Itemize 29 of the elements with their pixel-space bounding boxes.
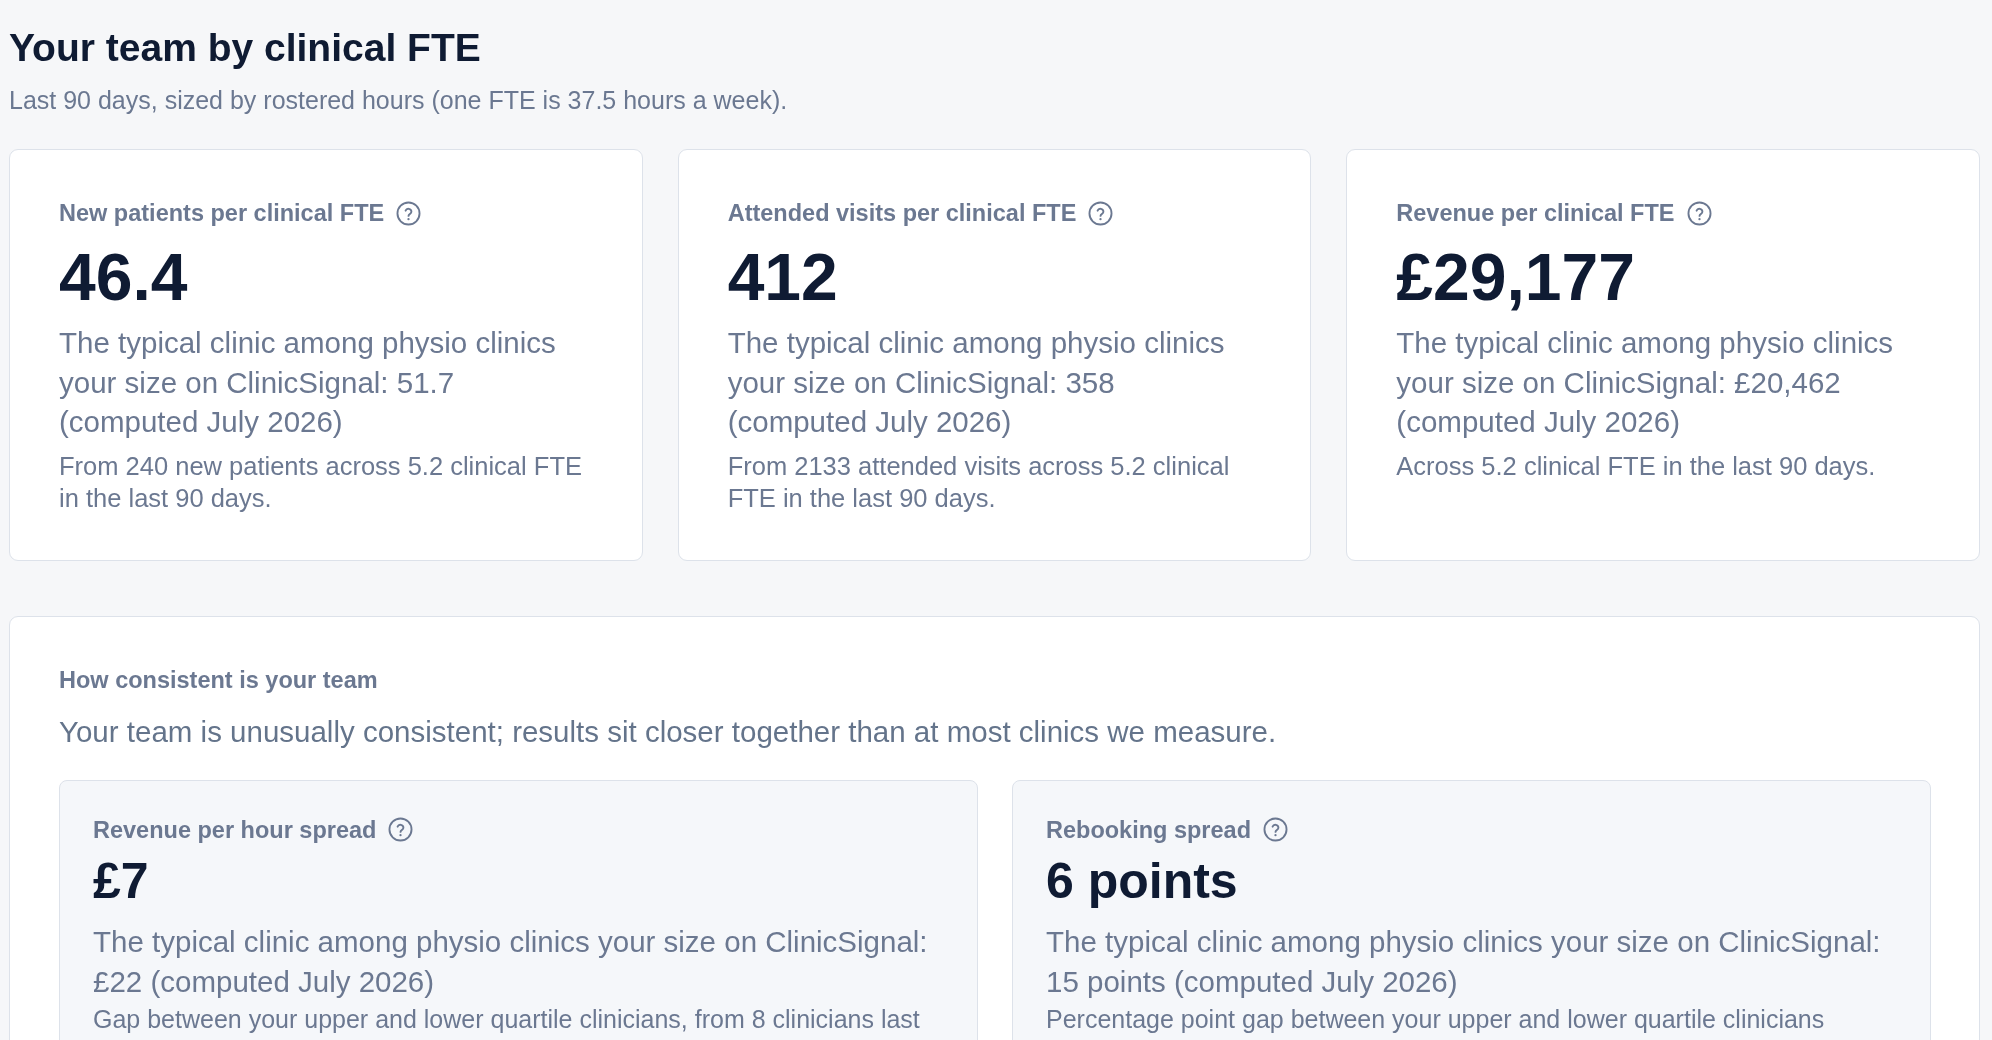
metric-value: 412 — [727, 243, 839, 311]
section-summary: Your team is unusually consistent; results sit closer together than at most clinics we measure. — [59, 713, 1277, 750]
benchmark-text: The typical clinic among physio clinics your size on ClinicSignal: £22 (computed July 2026) — [93, 923, 929, 1000]
section-title: How consistent is your team — [59, 665, 378, 694]
page-subtitle: Last 90 days, sized by rostered hours (one FTE is 37.5 hours a week). — [9, 85, 788, 115]
metric-note: Gap between your upper and lower quartile clinicians, from 8 clinicians last — [93, 1004, 921, 1033]
help-icon[interactable] — [1088, 200, 1114, 226]
help-icon[interactable] — [396, 200, 422, 226]
help-icon[interactable] — [1263, 817, 1288, 842]
metric-value: £7 — [93, 851, 150, 910]
benchmark-text: The typical clinic among physio clinics your size on ClinicSignal: 15 points (computed July 2026) — [1046, 923, 1882, 1000]
metric-label: Attended visits per clinical FTE — [727, 199, 1077, 227]
metric-label: Revenue per clinical FTE — [1396, 199, 1675, 227]
help-icon[interactable] — [1686, 200, 1712, 226]
benchmark-text: The typical clinic among physio clinics your size on ClinicSignal: 358 (computed July 2026) — [727, 325, 1226, 440]
metric-note: Percentage point gap between your upper and lower quartile clinicians — [1046, 1004, 1826, 1033]
help-icon[interactable] — [388, 817, 414, 842]
metric-label: New patients per clinical FTE — [59, 199, 385, 227]
metric-value: 6 points — [1046, 851, 1239, 910]
benchmark-text: The typical clinic among physio clinics your size on ClinicSignal: 51.7 (computed July 2026) — [59, 325, 557, 440]
benchmark-text: The typical clinic among physio clinics your size on ClinicSignal: £20,462 (computed July 2026) — [1396, 325, 1895, 440]
metric-note: From 240 new patients across 5.2 clinical FTE in the last 90 days. — [59, 450, 583, 514]
metric-label: Revenue per hour spread — [93, 815, 377, 844]
metric-value: 46.4 — [59, 243, 189, 311]
metric-label: Rebooking spread — [1046, 815, 1251, 844]
metric-note: Across 5.2 clinical FTE in the last 90 days. — [1396, 450, 1877, 482]
page-title: Your team by clinical FTE — [9, 27, 481, 69]
metric-note: From 2133 attended visits across 5.2 clinical FTE in the last 90 days. — [727, 450, 1231, 514]
metric-value: £29,177 — [1396, 243, 1636, 311]
